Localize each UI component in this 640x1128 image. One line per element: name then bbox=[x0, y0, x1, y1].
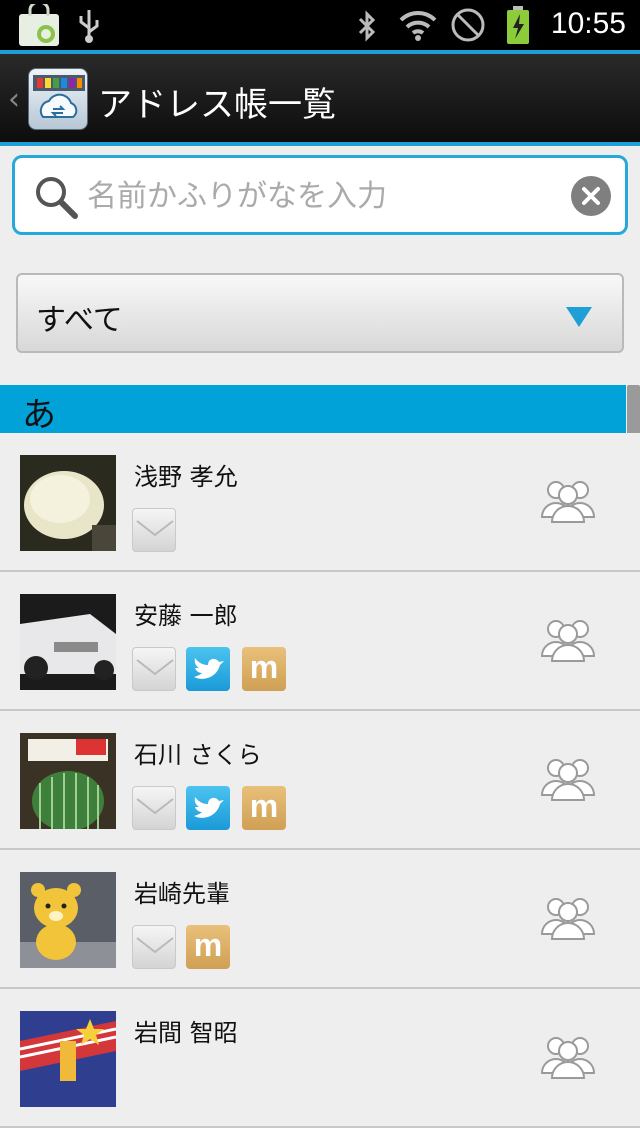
action-bar: ‹ アドレス帳一覧 bbox=[0, 50, 640, 146]
contact-name: 岩間 智昭 bbox=[134, 1019, 238, 1047]
mixi-icon[interactable]: m bbox=[242, 786, 286, 830]
dropdown-arrow-icon bbox=[566, 307, 592, 327]
contact-row[interactable]: 岩崎先輩 m bbox=[0, 850, 640, 989]
do-not-disturb-icon bbox=[451, 8, 485, 42]
group-icon[interactable] bbox=[540, 894, 596, 940]
contact-name: 石川 さくら bbox=[134, 741, 262, 769]
shopping-bag-icon bbox=[19, 4, 59, 46]
usb-icon bbox=[79, 10, 99, 43]
mail-icon[interactable] bbox=[132, 647, 176, 691]
contact-row[interactable]: 岩間 智昭 bbox=[0, 989, 640, 1128]
filter-selected-value: すべて bbox=[36, 303, 123, 338]
clear-search-button[interactable] bbox=[571, 176, 611, 216]
bluetooth-icon bbox=[358, 10, 376, 42]
wifi-icon bbox=[399, 10, 437, 41]
battery-charging-icon bbox=[507, 6, 529, 44]
mixi-icon[interactable]: m bbox=[242, 647, 286, 691]
twitter-icon[interactable] bbox=[186, 647, 230, 691]
contact-name: 安藤 一郎 bbox=[134, 602, 238, 630]
group-icon[interactable] bbox=[540, 1033, 596, 1079]
section-header: あ bbox=[0, 385, 626, 435]
contact-row[interactable]: 浅野 孝允 bbox=[0, 433, 640, 572]
search-box[interactable] bbox=[12, 155, 628, 235]
mail-icon[interactable] bbox=[132, 925, 176, 969]
group-icon[interactable] bbox=[540, 616, 596, 662]
close-icon bbox=[582, 187, 600, 205]
contact-photo bbox=[20, 733, 116, 829]
contact-photo bbox=[20, 1011, 116, 1107]
contact-name: 浅野 孝允 bbox=[134, 463, 238, 491]
group-icon[interactable] bbox=[540, 755, 596, 801]
app-logo-icon[interactable] bbox=[28, 68, 88, 130]
contact-photo bbox=[20, 594, 116, 690]
contact-name: 岩崎先輩 bbox=[134, 880, 230, 908]
filter-dropdown[interactable]: すべて bbox=[16, 273, 624, 353]
contact-list: 浅野 孝允 安藤 一郎 m 石川 さくら m 岩崎先輩 m 岩間 智昭 bbox=[0, 433, 640, 1128]
mail-icon[interactable] bbox=[132, 786, 176, 830]
search-input[interactable] bbox=[87, 170, 557, 222]
twitter-icon[interactable] bbox=[186, 786, 230, 830]
page-title: アドレス帳一覧 bbox=[98, 85, 336, 125]
contact-photo bbox=[20, 455, 116, 551]
status-time: 10:55 bbox=[550, 7, 626, 40]
section-header-label: あ bbox=[22, 395, 56, 435]
back-chevron-icon[interactable]: ‹ bbox=[8, 82, 20, 117]
mail-icon[interactable] bbox=[132, 508, 176, 552]
contact-row[interactable]: 安藤 一郎 m bbox=[0, 572, 640, 711]
status-bar: 10:55 bbox=[0, 0, 640, 50]
search-icon bbox=[36, 177, 78, 219]
mixi-icon[interactable]: m bbox=[186, 925, 230, 969]
contact-photo bbox=[20, 872, 116, 968]
contact-row[interactable]: 石川 さくら m bbox=[0, 711, 640, 850]
group-icon[interactable] bbox=[540, 477, 596, 523]
